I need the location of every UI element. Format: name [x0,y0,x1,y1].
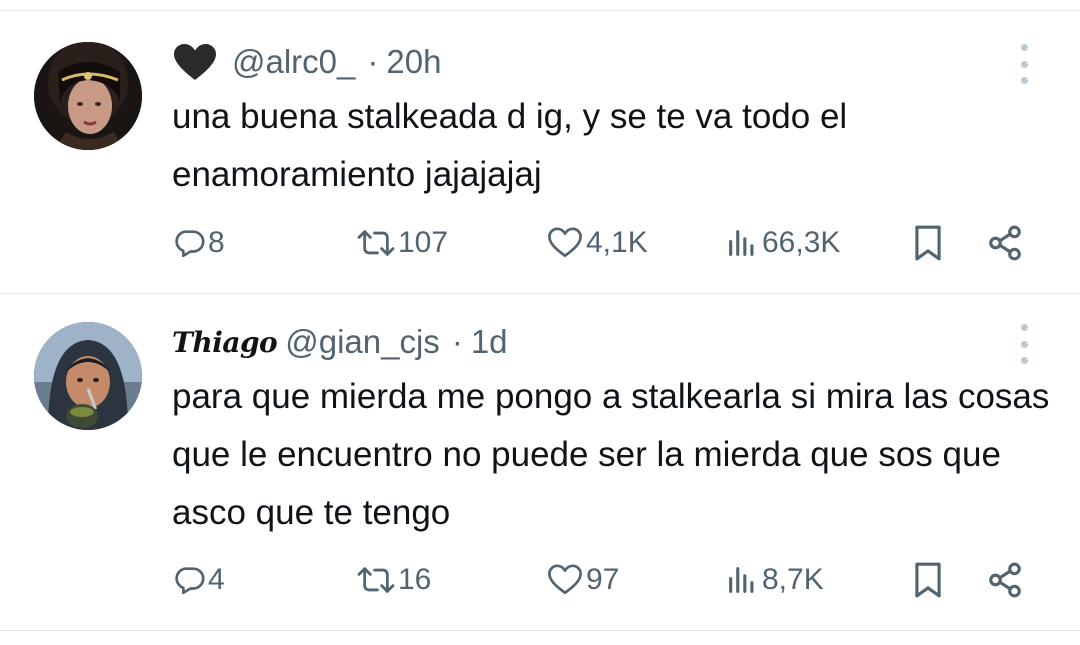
bookmark-icon [912,224,944,262]
timestamp[interactable]: 20h [386,43,441,81]
avatar[interactable] [34,42,142,150]
reply-icon [172,226,206,260]
reply-count: 8 [208,226,225,259]
tweet-actions: 8 107 4,1K 66,3K [172,221,1032,265]
retweet-icon [356,563,396,597]
view-count: 8,7K [762,563,824,596]
more-options-icon[interactable] [1014,44,1034,84]
user-handle[interactable]: @alrc0_ [232,43,355,81]
retweet-count: 16 [398,563,432,596]
tweet[interactable]: @alrc0_ · 20h una buena stalkeada d ig, … [0,10,1080,293]
separator-dot: · [367,43,379,80]
bookmark-button[interactable] [912,221,944,265]
reply-count: 4 [208,563,225,596]
user-handle[interactable]: @gian_cjs [285,323,440,361]
like-button[interactable]: 4,1K [546,221,648,265]
tweet-text: para que mierda me pongo a stalkearla si… [172,377,1050,532]
tweet[interactable]: Thiago @gian_cjs · 1d para que mierda me… [0,294,1080,630]
separator-dot: · [451,323,463,360]
retweet-button[interactable]: 16 [356,558,431,602]
avatar[interactable] [34,322,142,430]
heart-icon [546,226,584,260]
heart-icon [546,563,584,597]
reply-icon [172,563,206,597]
tweet-actions: 4 16 97 8,7K [172,558,1032,602]
bookmark-button[interactable] [912,558,944,602]
bottom-divider [0,630,1080,631]
share-button[interactable] [986,558,1024,602]
display-name[interactable]: Thiago [172,326,278,359]
view-count: 66,3K [762,226,841,259]
like-count: 97 [586,563,620,596]
tweet-header: Thiago @gian_cjs · 1d [172,320,508,364]
views-button[interactable]: 8,7K [724,558,824,602]
analytics-icon [724,563,760,597]
bookmark-icon [912,561,944,599]
reply-button[interactable]: 8 [172,221,225,265]
retweet-count: 107 [398,226,449,259]
tweet-header: @alrc0_ · 20h [172,40,441,84]
reply-button[interactable]: 4 [172,558,225,602]
retweet-button[interactable]: 107 [356,221,448,265]
tweet-text: una buena stalkeada d ig, y se te va tod… [172,97,848,194]
like-count: 4,1K [586,226,648,259]
more-options-icon[interactable] [1014,324,1034,364]
black-heart-icon [172,42,218,82]
like-button[interactable]: 97 [546,558,619,602]
timestamp[interactable]: 1d [471,323,508,361]
share-icon [986,224,1024,262]
analytics-icon [724,226,760,260]
share-button[interactable] [986,221,1024,265]
retweet-icon [356,226,396,260]
share-icon [986,561,1024,599]
views-button[interactable]: 66,3K [724,221,840,265]
